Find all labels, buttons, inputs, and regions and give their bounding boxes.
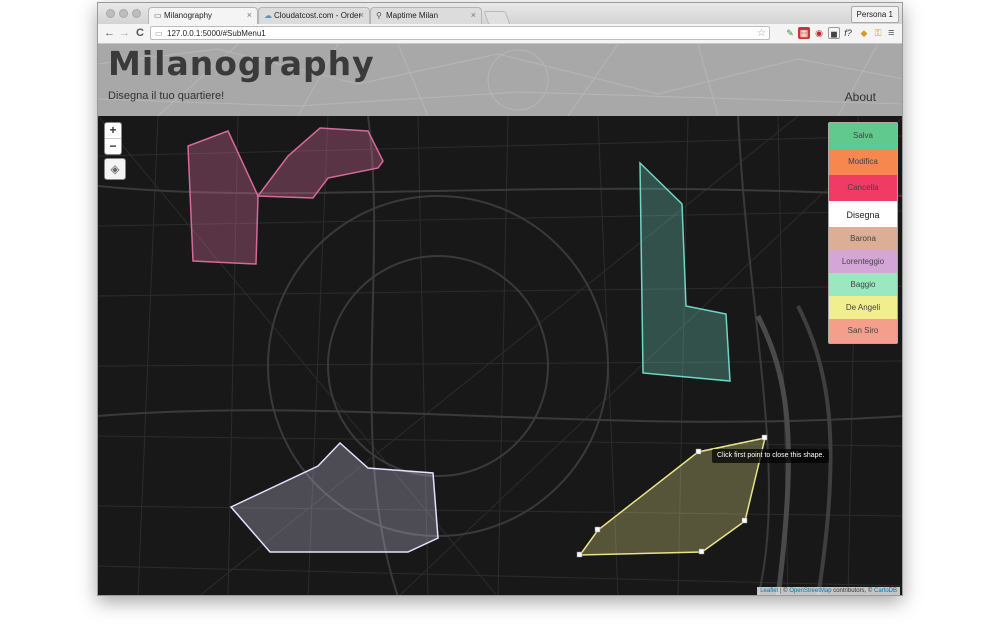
bookmark-star-icon[interactable]: ☆ <box>757 27 766 41</box>
about-link[interactable]: About <box>845 90 876 104</box>
osm-link[interactable]: OpenStreetMap <box>789 588 831 594</box>
site-header: Milanography Disegna il tuo quartiere! A… <box>98 44 902 116</box>
close-icon[interactable]: × <box>471 10 476 20</box>
vertex-handle <box>695 448 702 455</box>
vertex-handle <box>741 517 748 524</box>
browser-tab-maptime[interactable]: ⚲ Maptime Milan × <box>370 7 482 24</box>
lastpass-extension-icon[interactable]: ▦ <box>798 27 810 39</box>
address-bar[interactable]: ▭ 127.0.0.1:5000/#SubMenu1 ☆ <box>150 26 770 40</box>
eyedropper-extension-icon[interactable]: ✎ <box>784 27 796 39</box>
neighbourhood-panel: Salva Modifica Cancella Disegna Barona L… <box>828 122 898 344</box>
quartiere-button-lorenteggio[interactable]: Lorenteggio <box>829 250 897 273</box>
maximize-window-icon[interactable] <box>132 9 141 18</box>
record-extension-icon[interactable]: ◉ <box>813 27 825 39</box>
minimize-window-icon[interactable] <box>119 9 128 18</box>
neighbourhood-shape-pink-b <box>256 127 384 199</box>
fontface-extension-icon[interactable]: f? <box>842 27 854 39</box>
vertex-handle <box>761 434 768 441</box>
attribution-text: contributors, © <box>831 588 874 594</box>
neighbourhood-shape-teal <box>639 161 731 382</box>
neighbourhood-shape-pink <box>187 130 259 265</box>
tab-label: Maptime Milan <box>386 11 439 20</box>
close-icon[interactable]: × <box>359 10 364 20</box>
browser-tab-cloudatcost[interactable]: ☁ Cloudatcost.com - Order × <box>258 7 370 24</box>
quartiere-button-baggio[interactable]: Baggio <box>829 273 897 296</box>
draw-tooltip: Click first point to close this shape. <box>712 449 830 463</box>
close-icon[interactable]: × <box>247 10 252 20</box>
reload-icon[interactable]: C <box>136 26 144 40</box>
vertex-handle <box>594 526 601 533</box>
forward-icon[interactable]: → <box>119 26 130 40</box>
page-icon: ▭ <box>154 11 162 20</box>
zoom-out-button[interactable]: − <box>105 139 121 154</box>
zoom-in-button[interactable]: + <box>105 123 121 138</box>
neighbourhood-shape-lilac <box>229 441 439 553</box>
new-tab-button[interactable] <box>483 11 511 25</box>
browser-titlebar: ▭ Milanography × ☁ Cloudatcost.com - Ord… <box>98 3 902 25</box>
attribution-separator: | © <box>778 588 790 594</box>
tab-label: Cloudatcost.com - Order <box>274 11 362 20</box>
vertex-handle <box>698 548 705 555</box>
edit-button[interactable]: Modifica <box>829 149 897 175</box>
tag-extension-icon[interactable]: ◆ <box>858 27 870 39</box>
quartiere-button-san-siro[interactable]: San Siro <box>829 319 897 343</box>
browser-tab-milanography[interactable]: ▭ Milanography × <box>148 7 258 24</box>
zoom-control: + − <box>104 122 122 155</box>
site-title: Milanography <box>108 44 375 83</box>
profile-button[interactable]: Persona 1 <box>850 6 899 23</box>
url-text: 127.0.0.1:5000/#SubMenu1 <box>167 29 266 38</box>
street-basemap <box>98 116 902 595</box>
menu-icon[interactable]: ≡ <box>888 26 894 40</box>
cloud-icon: ☁ <box>264 11 272 20</box>
browser-window: ▭ Milanography × ☁ Cloudatcost.com - Ord… <box>97 2 903 596</box>
vertex-handle <box>576 551 583 558</box>
delete-button[interactable]: Cancella <box>829 175 897 201</box>
key-extension-icon[interactable]: ⚿ <box>872 27 884 39</box>
layers-icon[interactable]: ◈ <box>104 158 126 180</box>
map-canvas[interactable]: + − ◈ Salva Modifica Cancella Disegna Ba… <box>98 116 902 595</box>
leaflet-link[interactable]: Leaflet <box>760 588 778 594</box>
tab-label: Milanography <box>164 11 213 20</box>
cartodb-link[interactable]: CartoDB <box>874 588 897 594</box>
browser-toolbar: ← → C ▭ 127.0.0.1:5000/#SubMenu1 ☆ ✎ ▦ ◉… <box>98 24 902 44</box>
quartiere-button-de-angeli[interactable]: De Angeli <box>829 296 897 319</box>
close-window-icon[interactable] <box>106 9 115 18</box>
draw-heading: Disegna <box>846 210 880 220</box>
page-icon: ▭ <box>155 29 163 38</box>
map-attribution: Leaflet | © OpenStreetMap contributors, … <box>757 587 900 595</box>
quartiere-button-barona[interactable]: Barona <box>829 227 897 250</box>
stop-extension-icon[interactable]: ◼ <box>828 27 840 39</box>
back-icon[interactable]: ← <box>104 26 115 40</box>
save-button[interactable]: Salva <box>829 123 897 149</box>
map-pin-icon: ⚲ <box>376 11 382 20</box>
site-tagline: Disegna il tuo quartiere! <box>108 90 225 102</box>
